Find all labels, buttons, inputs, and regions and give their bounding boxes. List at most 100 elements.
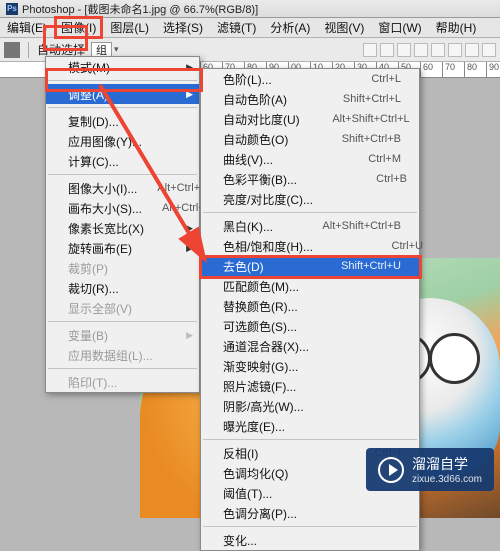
menu-item-label: 画布大小(S)... [68,200,142,217]
menu-item[interactable]: 像素长宽比(X) [46,218,199,238]
menu-item-label: 模式(M) [68,59,181,76]
menu-item[interactable]: 变化... [201,530,419,550]
menu-v[interactable]: 视图(V) [317,17,371,38]
menu-item-shortcut: Shift+Ctrl+B [311,133,401,145]
menu-item[interactable]: 色调分离(P)... [201,503,419,523]
menu-w[interactable]: 窗口(W) [371,17,428,38]
menu-separator [48,368,197,369]
align-tool-icon[interactable] [482,43,496,57]
menu-item[interactable]: 裁切(R)... [46,278,199,298]
menu-item[interactable]: 自动对比度(U)Alt+Shift+Ctrl+L [201,109,419,129]
menu-item[interactable]: 画布大小(S)...Alt+Ctrl+C [46,198,199,218]
menu-item: 显示全部(V) [46,298,199,318]
menu-item[interactable]: 匹配颜色(M)... [201,276,419,296]
menu-item-label: 渐变映射(G)... [223,358,401,375]
menu-item[interactable]: 曝光度(E)... [201,416,419,436]
app-name: Photoshop [22,4,75,16]
menu-item-label: 旋转画布(E) [68,240,181,257]
align-tool-icon[interactable] [465,43,479,57]
menu-item[interactable]: 黑白(K)...Alt+Shift+Ctrl+B [201,216,419,236]
menu-h[interactable]: 帮助(H) [429,17,484,38]
separator [28,42,29,58]
menu-item-shortcut: Ctrl+U [333,240,423,252]
menu-item-label: 曲线(V)... [223,151,291,168]
chevron-down-icon: ▾ [114,44,119,55]
menu-item[interactable]: 色相/饱和度(H)...Ctrl+U [201,236,419,256]
menu-item-label: 复制(D)... [68,113,181,130]
watermark-brand: 溜溜自学 [412,456,468,472]
menu-item[interactable]: 替换颜色(R)... [201,296,419,316]
menu-item: 裁剪(P) [46,258,199,278]
menu-item-label: 色彩平衡(B)... [223,171,297,188]
align-tool-icon[interactable] [448,43,462,57]
watermark-url: zixue.3d66.com [412,474,482,485]
menu-item-label: 亮度/对比度(C)... [223,191,401,208]
menu-a[interactable]: 分析(A) [263,17,317,38]
menu-item[interactable]: 亮度/对比度(C)... [201,189,419,209]
menu-item[interactable]: 自动色阶(A) Shift+Ctrl+L [201,89,419,109]
menu-item[interactable]: 计算(C)... [46,151,199,171]
menu-item[interactable]: 可选颜色(S)... [201,316,419,336]
menu-item-label: 阴影/高光(W)... [223,398,401,415]
menu-item-label: 替换颜色(R)... [223,298,401,315]
menu-separator [203,439,417,440]
menu-e[interactable]: 编辑(E) [0,17,54,38]
align-tool-icon[interactable] [363,43,377,57]
menu-item[interactable]: 曲线(V)...Ctrl+M [201,149,419,169]
menu-separator [48,80,197,81]
menu-item-shortcut: Ctrl+B [317,173,407,185]
menu-separator [48,174,197,175]
menu-item[interactable]: 调整(A) [46,84,199,104]
menu-item[interactable]: 旋转画布(E) [46,238,199,258]
menu-item-label: 裁切(R)... [68,280,181,297]
move-tool-icon[interactable] [4,42,20,58]
menu-item[interactable]: 通道混合器(X)... [201,336,419,356]
menu-item-label: 色相/饱和度(H)... [223,238,313,255]
menu-item-label: 计算(C)... [68,153,181,170]
align-tool-icon[interactable] [431,43,445,57]
menu-item[interactable]: 自动颜色(O)Shift+Ctrl+B [201,129,419,149]
menubar: 编辑(E)图像(I)图层(L)选择(S)滤镜(T)分析(A)视图(V)窗口(W)… [0,18,500,38]
menu-item-label: 显示全部(V) [68,300,181,317]
menu-item[interactable]: 渐变映射(G)... [201,356,419,376]
menu-item[interactable]: 模式(M) [46,57,199,77]
menu-item-label: 可选颜色(S)... [223,318,401,335]
menu-item-label: 曝光度(E)... [223,418,401,435]
menu-item[interactable]: 阴影/高光(W)... [201,396,419,416]
menu-item[interactable]: 去色(D) Shift+Ctrl+U [201,256,419,276]
align-tool-icon[interactable] [380,43,394,57]
play-icon [378,457,404,483]
menu-item-shortcut: Shift+Ctrl+L [311,93,401,105]
menu-t[interactable]: 滤镜(T) [210,17,263,38]
menu-item-label: 调整(A) [68,86,181,103]
menu-item-label: 像素长宽比(X) [68,220,181,237]
align-tool-icon[interactable] [414,43,428,57]
menu-item: 应用数据组(L)... [46,345,199,365]
app-icon: Ps [6,3,18,15]
menu-item-label: 应用数据组(L)... [68,347,181,364]
menu-item: 陷印(T)... [46,372,199,392]
menu-i[interactable]: 图像(I) [54,16,103,39]
menu-item[interactable]: 图像大小(I)...Alt+Ctrl+I [46,178,199,198]
menu-s[interactable]: 选择(S) [156,17,210,38]
menu-item[interactable]: 照片滤镜(F)... [201,376,419,396]
menu-item-shortcut: Alt+Shift+Ctrl+B [311,220,401,232]
menu-l[interactable]: 图层(L) [103,17,156,38]
menu-item[interactable]: 色阶(L)...Ctrl+L [201,69,419,89]
menu-item-label: 变量(B) [68,327,181,344]
menu-item-label: 去色(D) [223,258,291,275]
menu-item-shortcut: Ctrl+L [311,73,401,85]
align-tool-icon[interactable] [397,43,411,57]
menu-item-label: 照片滤镜(F)... [223,378,401,395]
menu-item: 变量(B) [46,325,199,345]
menu-separator [203,526,417,527]
menu-item-label: 裁剪(P) [68,260,181,277]
menu-item-label: 匹配颜色(M)... [223,278,401,295]
menu-item[interactable]: 应用图像(Y)... [46,131,199,151]
menu-item-shortcut: Alt+Ctrl+I [157,182,203,194]
menu-item[interactable]: 色彩平衡(B)... Ctrl+B [201,169,419,189]
menu-item-label: 变化... [223,532,401,549]
menu-item-shortcut: Shift+Ctrl+U [311,260,401,272]
menu-item[interactable]: 复制(D)... [46,111,199,131]
menu-item-label: 自动色阶(A) [223,91,291,108]
